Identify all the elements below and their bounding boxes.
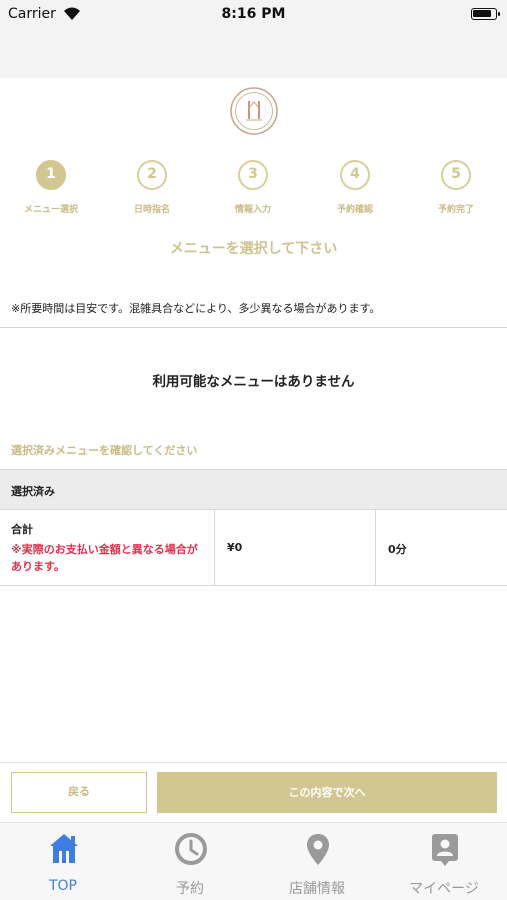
tab-mypage[interactable]: マイページ [381, 823, 507, 900]
step-number: 3 [238, 160, 268, 190]
divider [0, 762, 507, 763]
step-menu-selection: 1 メニュー選択 [6, 160, 96, 215]
step-number: 1 [36, 160, 66, 190]
clock-time: 8:16 PM [221, 6, 286, 22]
tab-label: 店舗情報 [289, 881, 345, 897]
empty-menu-message: 利用可能なメニューはありません [152, 374, 355, 390]
battery-icon [471, 8, 500, 20]
step-label: 日時指名 [133, 205, 170, 215]
price-warning: ※実際のお支払い金額と異なる場合があります。 [11, 543, 198, 573]
total-duration: 0分 [388, 543, 407, 556]
step-label: メニュー選択 [23, 205, 78, 215]
progress-stepper: 1 メニュー選択 2 日時指名 3 情報入力 4 予約確認 5 予約完了 [0, 160, 507, 220]
summary-row: 合計 ※実際のお支払い金額と異なる場合があります。 ¥0 0分 [0, 509, 507, 586]
next-button[interactable]: この内容で次へ [157, 772, 497, 813]
step-datetime: 2 日時指名 [107, 160, 197, 215]
step-label: 予約確認 [336, 205, 373, 215]
summary-total-cell: 合計 ※実際のお支払い金額と異なる場合があります。 [0, 510, 215, 586]
clock-icon [175, 833, 207, 865]
step-confirm: 4 予約確認 [310, 160, 400, 215]
location-pin-icon [307, 834, 329, 865]
step-label: 情報入力 [234, 205, 271, 215]
summary-duration-cell: 0分 [376, 510, 507, 586]
step-info-input: 3 情報入力 [208, 160, 298, 215]
tab-top[interactable]: TOP [0, 823, 126, 900]
tab-reservation[interactable]: 予約 [127, 823, 253, 900]
tab-bar: TOP 予約 店舗情報 マイページ [0, 822, 507, 900]
confirm-heading: 選択済みメニューを確認してください [11, 444, 198, 457]
step-number: 2 [137, 160, 167, 190]
tab-label: 予約 [176, 881, 204, 897]
step-number: 5 [441, 160, 471, 190]
home-icon [50, 834, 78, 863]
navigation-bar [0, 30, 507, 78]
tab-label: TOP [48, 878, 77, 894]
back-button[interactable]: 戻る [11, 772, 147, 813]
step-complete: 5 予約完了 [411, 160, 501, 215]
summary-price-cell: ¥0 [215, 510, 376, 586]
selected-header-label: 選択済み [11, 485, 55, 498]
user-badge-icon [432, 834, 458, 866]
duration-note: ※所要時間は目安です。混雑具合などにより、多少異なる場合があります。 [11, 302, 381, 315]
step-label: 予約完了 [437, 205, 474, 215]
status-bar: Carrier 8:16 PM [0, 0, 507, 30]
tab-store-info[interactable]: 店舗情報 [254, 823, 380, 900]
tab-label: マイページ [409, 881, 479, 897]
divider [0, 327, 507, 328]
total-label: 合計 [11, 523, 33, 536]
salon-logo-icon [230, 87, 278, 135]
app-screen: Carrier 8:16 PM 1 メニュー選択 2 日時指名 3 情報入力 4… [0, 0, 507, 900]
selected-section-header: 選択済み [0, 469, 507, 509]
step-number: 4 [340, 160, 370, 190]
total-price: ¥0 [227, 541, 243, 554]
page-title: メニューを選択して下さい [169, 241, 338, 257]
